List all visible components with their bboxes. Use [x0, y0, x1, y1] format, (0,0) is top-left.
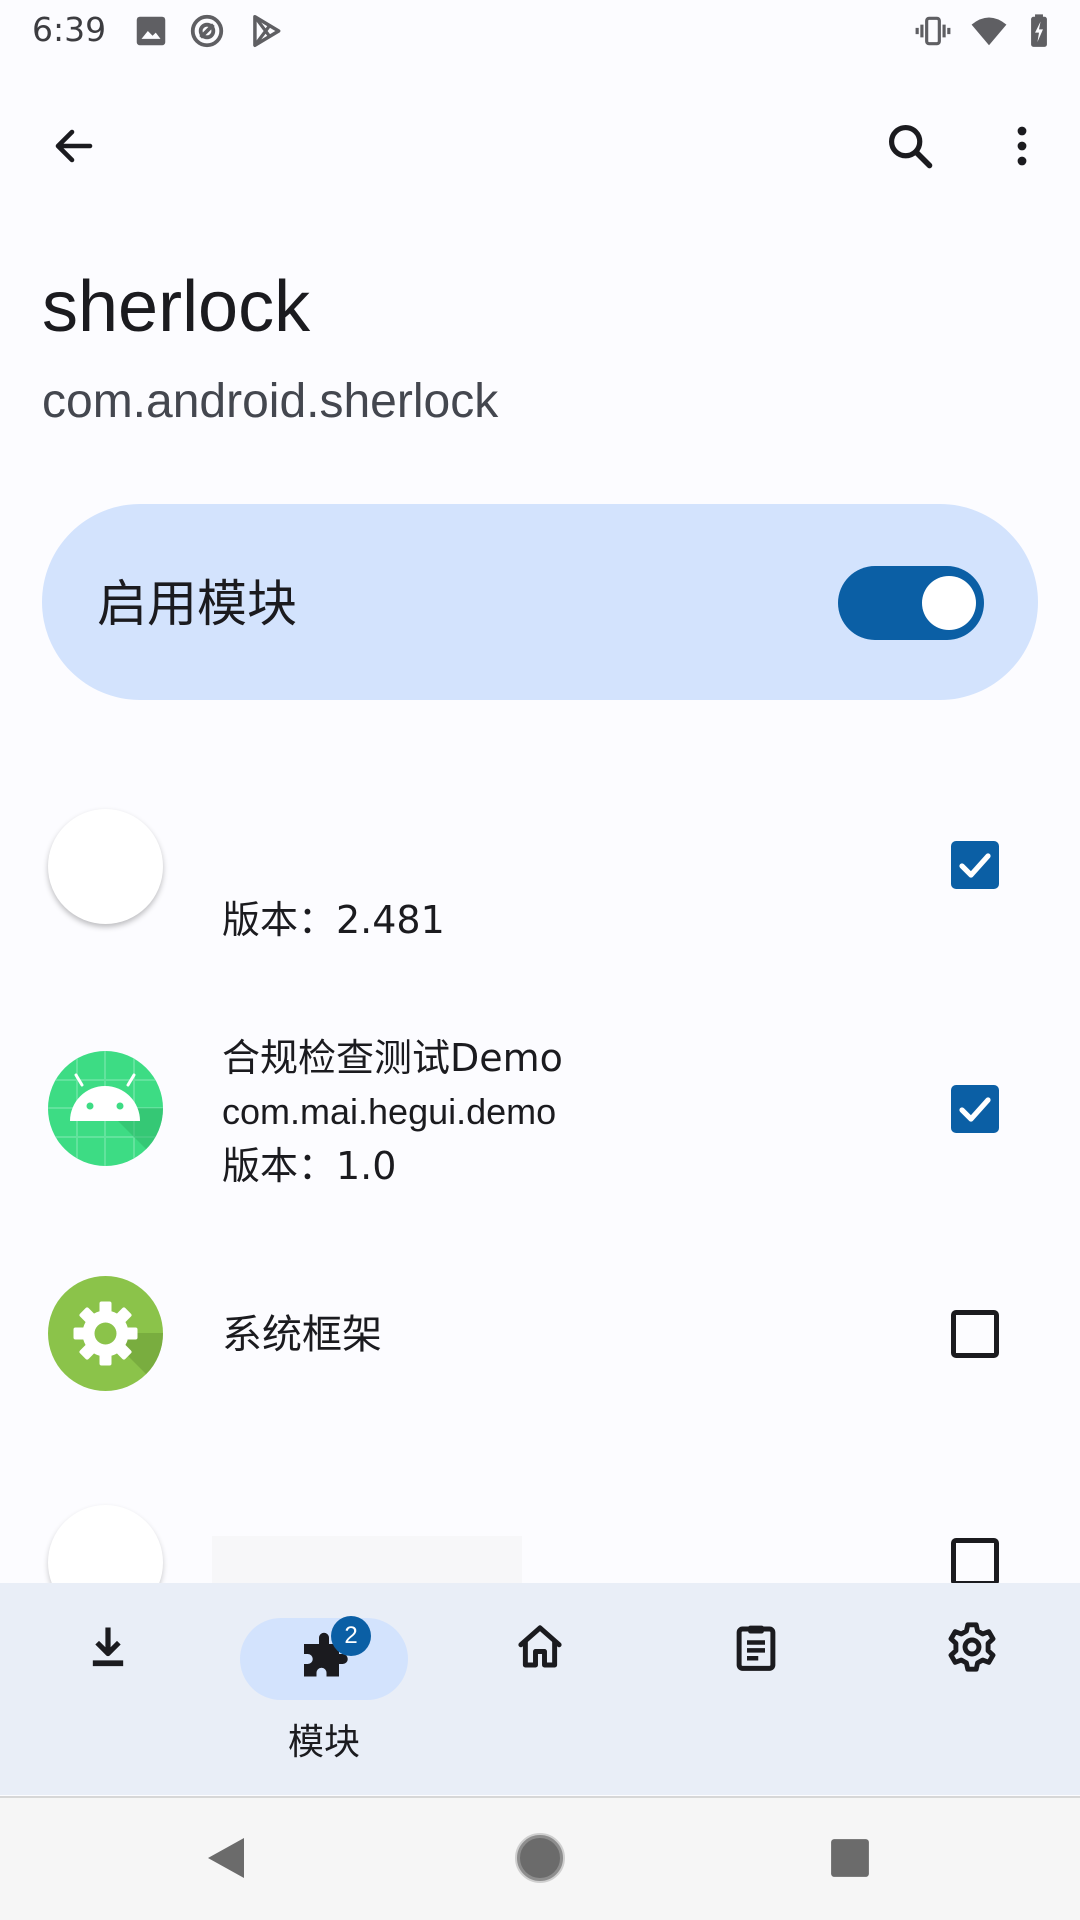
android-app-icon	[48, 1051, 163, 1166]
at-sign-icon	[190, 14, 224, 48]
scope-list-item[interactable]: 版本：2.481	[0, 795, 1080, 945]
scope-item-version: 版本：2.481	[222, 898, 445, 942]
nav-item-settings[interactable]	[864, 1583, 1080, 1795]
back-arrow-icon	[55, 129, 93, 163]
nav-item-repository[interactable]	[0, 1583, 216, 1795]
module-package-name: com.android.sherlock	[42, 375, 499, 428]
status-bar: 6:39	[0, 0, 1080, 64]
scope-list-item[interactable]: 合规检查测试Demo com.mai.hegui.demo 版本：1.0	[0, 1027, 1080, 1197]
item-placeholder	[212, 1536, 522, 1583]
wifi-icon	[971, 17, 1007, 46]
status-time: 6:39	[32, 10, 107, 49]
enable-module-card[interactable]: 启用模块	[42, 504, 1038, 700]
app-icon-blank	[48, 1505, 163, 1583]
system-recents-button[interactable]	[810, 1818, 890, 1898]
nav-item-home[interactable]	[432, 1583, 648, 1795]
bottom-navigation: 2 模块	[0, 1583, 1080, 1795]
enable-module-label: 启用模块	[97, 575, 297, 633]
switch-thumb	[922, 576, 976, 630]
check-icon	[959, 1097, 991, 1122]
module-title: sherlock	[42, 267, 311, 347]
nav-item-logs[interactable]	[648, 1583, 864, 1795]
vibrate-icon	[915, 16, 951, 46]
scope-checkbox[interactable]	[951, 841, 999, 889]
battery-charging-icon	[1031, 14, 1047, 47]
image-icon	[136, 16, 166, 46]
home-icon	[488, 1618, 592, 1676]
scope-list-item[interactable]: 系统框架	[0, 1262, 1080, 1412]
scope-checkbox[interactable]	[951, 1310, 999, 1358]
scope-item-package: com.mai.hegui.demo	[222, 1091, 557, 1132]
circle-home-icon	[515, 1833, 565, 1883]
system-back-button[interactable]	[186, 1818, 266, 1898]
system-navigation-bar	[0, 1796, 1080, 1920]
scope-item-title: 合规检查测试Demo	[222, 1036, 563, 1080]
scope-item-version: 版本：1.0	[222, 1144, 397, 1188]
scope-list-item[interactable]	[0, 1500, 1080, 1583]
system-framework-icon	[48, 1276, 163, 1391]
play-store-icon	[253, 15, 281, 47]
gear-icon	[920, 1618, 1024, 1676]
more-vert-icon	[1017, 126, 1027, 166]
modules-badge: 2	[331, 1616, 371, 1656]
search-button[interactable]	[870, 106, 950, 186]
scope-item-title: 系统框架	[222, 1312, 382, 1358]
more-options-button[interactable]	[982, 106, 1062, 186]
nav-label-modules: 模块	[287, 1722, 360, 1763]
scope-checkbox[interactable]	[951, 1085, 999, 1133]
square-recents-icon	[831, 1839, 869, 1877]
clipboard-icon	[704, 1618, 808, 1676]
scope-checkbox[interactable]	[951, 1538, 999, 1583]
search-icon	[888, 124, 933, 169]
app-icon-blank	[48, 809, 163, 924]
triangle-back-icon	[208, 1838, 244, 1878]
system-home-button[interactable]	[500, 1818, 580, 1898]
check-icon	[959, 853, 991, 878]
nav-item-modules[interactable]: 2 模块	[240, 1583, 456, 1795]
back-button[interactable]	[34, 106, 114, 186]
enable-module-switch[interactable]	[838, 566, 984, 640]
download-icon	[56, 1618, 160, 1676]
